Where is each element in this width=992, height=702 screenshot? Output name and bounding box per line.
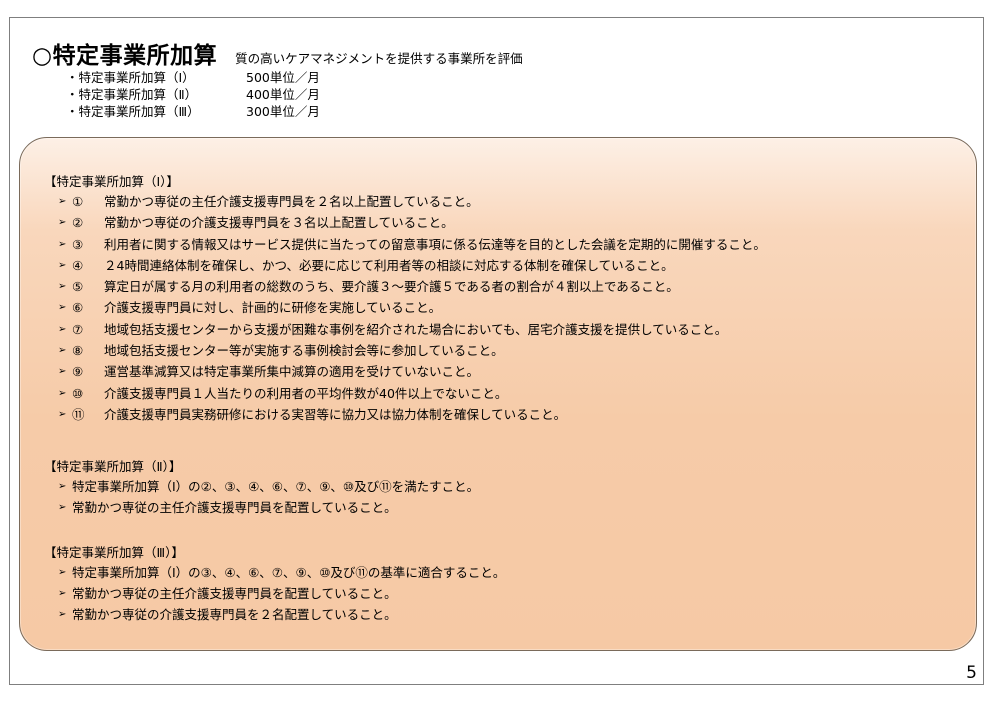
requirement-item: ➢ 特定事業所加算（Ⅰ）の②、③、④、⑥、⑦、⑨、⑩及び⑪を満たすこと。	[44, 476, 479, 497]
requirement-item: ➢ 常勤かつ専従の主任介護支援専門員を配置していること。	[44, 583, 505, 604]
arrow-bullet-icon: ➢	[58, 408, 67, 420]
item-text: 利用者に関する情報又はサービス提供に当たっての留意事項に係る伝達等を目的とした会…	[104, 236, 766, 252]
item-number: ⑦	[72, 321, 84, 337]
item-number: ④	[72, 257, 84, 273]
arrow-bullet-icon: ➢	[58, 567, 67, 578]
unit-row: ・特定事業所加算（Ⅲ） 300単位／月	[66, 103, 320, 120]
unit-value: 400単位／月	[246, 87, 320, 102]
requirement-item: ➢ ⑥ 介護支援専門員に対し、計画的に研修を実施していること。	[44, 297, 766, 318]
requirement-item: ➢ 常勤かつ専従の介護支援専門員を２名配置していること。	[44, 604, 505, 625]
item-text: 介護支援専門員実務研修における実習等に協力又は協力体制を確保していること。	[104, 406, 567, 422]
section-heading: 【特定事業所加算（Ⅰ）】	[44, 174, 179, 189]
arrow-bullet-icon: ➢	[58, 387, 67, 399]
requirement-item: ➢ ⑪ 介護支援専門員実務研修における実習等に協力又は協力体制を確保していること。	[44, 404, 766, 425]
arrow-bullet-icon: ➢	[58, 238, 67, 250]
title-row: ○特定事業所加算 質の高いケアマネジメントを提供する事業所を評価	[32, 36, 523, 70]
item-number: ⑧	[72, 343, 84, 359]
section-heading: 【特定事業所加算（Ⅱ）】	[44, 459, 182, 474]
page-title: ○特定事業所加算	[32, 43, 218, 69]
requirement-item: ➢ 特定事業所加算（Ⅰ）の③、④、⑥、⑦、⑨、⑩及び⑪の基準に適合すること。	[44, 562, 505, 583]
arrow-bullet-icon: ➢	[58, 481, 67, 492]
arrow-bullet-icon: ➢	[58, 196, 67, 207]
unit-list: ・特定事業所加算（Ⅰ） 500単位／月 ・特定事業所加算（Ⅱ） 400単位／月 …	[66, 69, 320, 120]
arrow-bullet-icon: ➢	[58, 323, 67, 335]
requirement-item: ➢ ② 常勤かつ専従の介護支援専門員を３名以上配置していること。	[44, 212, 766, 233]
item-number: ③	[72, 236, 84, 252]
item-text: 地域包括支援センター等が実施する事例検討会等に参加していること。	[104, 343, 504, 359]
item-text: 特定事業所加算（Ⅰ）の②、③、④、⑥、⑦、⑨、⑩及び⑪を満たすこと。	[72, 479, 480, 494]
requirements-panel: 【特定事業所加算（Ⅰ）】 ➢ ① 常勤かつ専従の主任介護支援専門員を２名以上配置して…	[19, 137, 977, 651]
item-text: 常勤かつ専従の主任介護支援専門員を配置していること。	[72, 586, 397, 601]
page-subtitle: 質の高いケアマネジメントを提供する事業所を評価	[235, 51, 523, 66]
unit-name: ・特定事業所加算（Ⅱ）	[66, 87, 198, 102]
unit-name: ・特定事業所加算（Ⅰ）	[66, 70, 195, 85]
item-number: ①	[72, 194, 84, 209]
unit-row: ・特定事業所加算（Ⅱ） 400単位／月	[66, 86, 320, 103]
item-number: ⑤	[72, 279, 84, 295]
item-number: ⑥	[72, 300, 84, 316]
requirement-item: ➢ ⑦ 地域包括支援センターから支援が困難な事例を紹介された場合においても、居宅介護…	[44, 319, 766, 340]
item-text: 運営基準減算又は特定事業所集中減算の適用を受けていないこと。	[104, 364, 480, 380]
requirement-item: ➢ ⑤ 算定日が属する月の利用者の総数のうち、要介護３～要介護５である者の割合が４割…	[44, 276, 766, 297]
arrow-bullet-icon: ➢	[58, 259, 67, 271]
item-text: 常勤かつ専従の介護支援専門員を２名配置していること。	[72, 607, 397, 622]
arrow-bullet-icon: ➢	[58, 609, 67, 620]
item-text: 算定日が属する月の利用者の総数のうち、要介護３～要介護５である者の割合が４割以上…	[104, 279, 679, 295]
requirement-item: ➢ ③ 利用者に関する情報又はサービス提供に当たっての留意事項に係る伝達等を目的とし…	[44, 234, 766, 255]
unit-value: 300単位／月	[246, 104, 320, 119]
section-tier-3: 【特定事業所加算（Ⅲ）】 ➢ 特定事業所加算（Ⅰ）の③、④、⑥、⑦、⑨、⑩及び⑪の…	[44, 544, 505, 625]
item-number: ⑨	[72, 364, 84, 380]
item-text: 特定事業所加算（Ⅰ）の③、④、⑥、⑦、⑨、⑩及び⑪の基準に適合すること。	[72, 565, 506, 580]
item-number: ②	[72, 215, 84, 231]
item-number: ⑩	[72, 385, 84, 401]
item-text: ２4時間連絡体制を確保し、かつ、必要に応じて利用者等の相談に対応する体制を確保し…	[104, 257, 674, 273]
item-text: 地域包括支援センターから支援が困難な事例を紹介された場合においても、居宅介護支援…	[104, 321, 728, 337]
requirement-item: ➢ ④ ２4時間連絡体制を確保し、かつ、必要に応じて利用者等の相談に対応する体制を確…	[44, 255, 766, 276]
item-text: 介護支援専門員に対し、計画的に研修を実施していること。	[104, 300, 442, 316]
arrow-bullet-icon: ➢	[58, 217, 67, 229]
arrow-bullet-icon: ➢	[58, 345, 67, 357]
requirement-item: ➢ ⑩ 介護支援専門員１人当たりの利用者の平均件数が40件以上でないこと。	[44, 383, 766, 404]
requirement-item: ➢ ⑨ 運営基準減算又は特定事業所集中減算の適用を受けていないこと。	[44, 361, 766, 382]
item-text: 常勤かつ専従の主任介護支援専門員を配置していること。	[72, 500, 397, 515]
item-text: 常勤かつ専従の介護支援専門員を３名以上配置していること。	[104, 215, 454, 231]
unit-name: ・特定事業所加算（Ⅲ）	[66, 104, 200, 119]
section-tier-2: 【特定事業所加算（Ⅱ）】 ➢ 特定事業所加算（Ⅰ）の②、③、④、⑥、⑦、⑨、⑩及び…	[44, 458, 479, 518]
section-heading: 【特定事業所加算（Ⅲ）】	[44, 545, 184, 560]
requirement-item: ➢ ⑧ 地域包括支援センター等が実施する事例検討会等に参加していること。	[44, 340, 766, 361]
unit-value: 500単位／月	[246, 70, 320, 85]
item-text: 介護支援専門員１人当たりの利用者の平均件数が40件以上でないこと。	[104, 385, 508, 401]
arrow-bullet-icon: ➢	[58, 502, 67, 513]
arrow-bullet-icon: ➢	[58, 302, 67, 314]
requirement-item: ➢ ① 常勤かつ専従の主任介護支援専門員を２名以上配置していること。	[44, 191, 766, 212]
section-tier-1: 【特定事業所加算（Ⅰ）】 ➢ ① 常勤かつ専従の主任介護支援専門員を２名以上配置して…	[44, 173, 766, 425]
arrow-bullet-icon: ➢	[58, 281, 67, 293]
item-text: 常勤かつ専従の主任介護支援専門員を２名以上配置していること。	[104, 194, 479, 209]
page-number: 5	[966, 663, 977, 683]
unit-row: ・特定事業所加算（Ⅰ） 500単位／月	[66, 69, 320, 86]
item-number: ⑪	[72, 406, 85, 422]
arrow-bullet-icon: ➢	[58, 366, 67, 378]
requirement-item: ➢ 常勤かつ専従の主任介護支援専門員を配置していること。	[44, 497, 479, 518]
arrow-bullet-icon: ➢	[58, 588, 67, 599]
